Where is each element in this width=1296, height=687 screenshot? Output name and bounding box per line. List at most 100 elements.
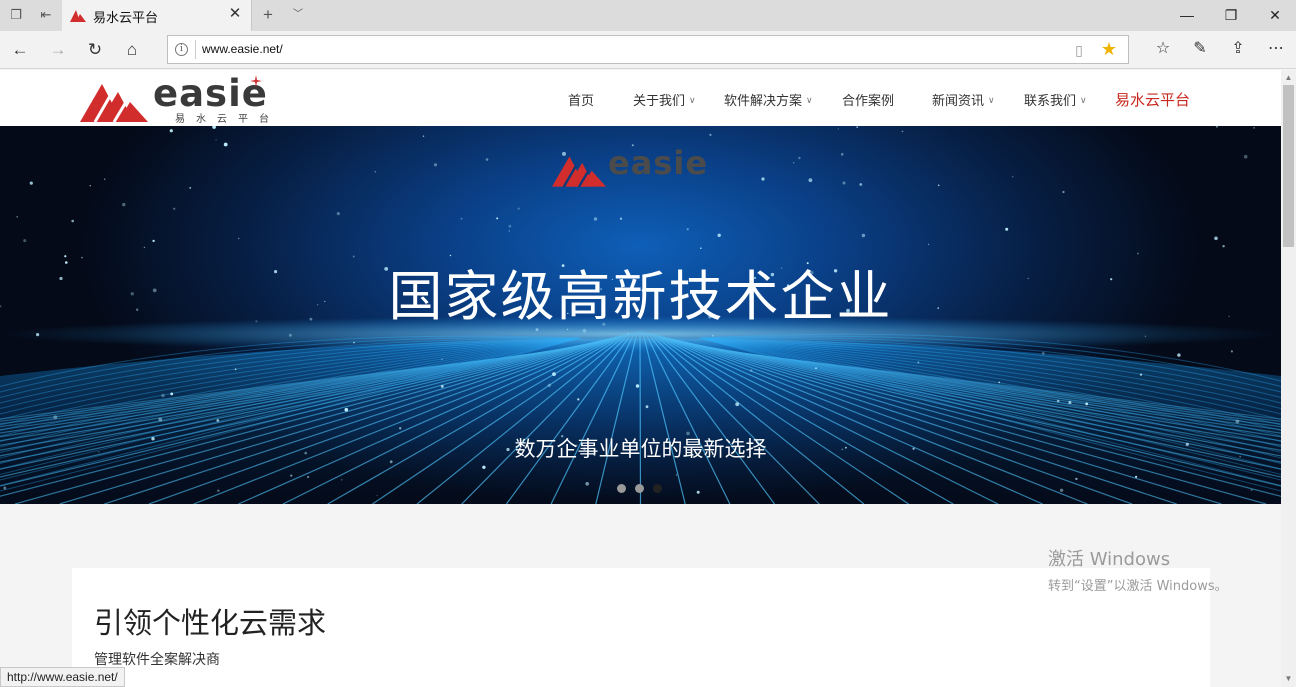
particle <box>840 153 844 156</box>
particle <box>23 239 27 243</box>
tab-preview-chevron-icon[interactable]: ﹀ <box>290 7 306 23</box>
particle <box>433 163 438 167</box>
particle <box>223 142 228 147</box>
nav-about[interactable]: 关于我们 ∨ <box>633 90 696 109</box>
scroll-thumb[interactable] <box>1283 85 1294 247</box>
particle <box>158 417 163 422</box>
scroll-down-icon[interactable]: ▼ <box>1281 673 1296 685</box>
nav-platform-label: 易水云平台 <box>1115 91 1191 109</box>
particle <box>399 427 402 430</box>
particle <box>735 402 740 407</box>
particle <box>815 367 817 370</box>
banner-logo: easie <box>552 144 732 190</box>
particle <box>440 385 444 388</box>
site-info-icon[interactable]: i <box>175 43 188 56</box>
particle <box>577 398 580 401</box>
chevron-down-icon: ∨ <box>689 96 696 106</box>
set-aside-tabs-icon[interactable]: ⇤ <box>38 7 54 23</box>
carousel-dot-1[interactable] <box>617 484 626 493</box>
particle <box>917 361 920 364</box>
easie-logo-mark-icon <box>80 84 148 122</box>
logo-spark-icon <box>250 75 262 87</box>
particle <box>749 369 753 372</box>
particle <box>212 126 216 129</box>
particle <box>217 489 220 492</box>
page-scrollbar[interactable]: ▲ ▼ <box>1281 70 1296 687</box>
reading-view-icon[interactable]: ▯ <box>1071 42 1087 58</box>
minimize-icon[interactable]: — <box>1164 0 1210 31</box>
particle <box>238 237 240 240</box>
new-tab-icon[interactable]: + <box>260 6 276 23</box>
nav-about-label: 关于我们 <box>633 94 686 109</box>
forward-icon[interactable]: → <box>45 37 71 63</box>
web-note-pen-icon[interactable]: ✎ <box>1188 37 1212 61</box>
particle <box>234 368 237 371</box>
nav-solutions-label: 软件解决方案 <box>724 94 803 109</box>
banner-logo-wordmark: easie <box>608 144 709 182</box>
particle <box>71 219 74 223</box>
address-bar[interactable]: i www.easie.net/ ▯ ★ <box>167 35 1129 64</box>
particle <box>635 384 640 388</box>
particle <box>485 158 489 161</box>
share-icon[interactable]: ⇪ <box>1226 37 1250 61</box>
chevron-down-icon: ∨ <box>988 96 995 106</box>
site-logo[interactable]: easie 易水云平台 <box>80 72 300 125</box>
tab-groups-icon[interactable]: ❐ <box>8 7 24 23</box>
particle <box>1011 175 1014 178</box>
particle <box>376 494 378 497</box>
nav-home[interactable]: 首页 <box>568 90 594 109</box>
particle <box>374 170 377 173</box>
particle <box>336 212 340 216</box>
particle <box>712 335 714 337</box>
particle <box>585 482 589 486</box>
refresh-icon[interactable]: ↻ <box>82 37 108 63</box>
particle <box>353 341 355 344</box>
particle <box>122 202 126 207</box>
particle <box>290 474 293 477</box>
carousel-dot-3[interactable] <box>653 484 662 493</box>
particle <box>842 181 846 185</box>
particle <box>1250 489 1253 491</box>
particle <box>1235 419 1240 424</box>
nav-news[interactable]: 新闻资讯 ∨ <box>932 90 995 109</box>
more-menu-icon[interactable]: ⋯ <box>1264 37 1288 61</box>
particle <box>508 224 512 228</box>
nav-platform[interactable]: 易水云平台 <box>1115 89 1190 110</box>
particle <box>675 474 678 476</box>
favorites-hub-icon[interactable]: ☆ <box>1151 37 1175 61</box>
particle <box>53 415 58 420</box>
home-icon[interactable]: ⌂ <box>119 37 145 63</box>
particle <box>29 181 33 185</box>
particle <box>482 465 486 469</box>
tab-active[interactable]: 易水云平台 ✕ <box>62 0 252 31</box>
status-bar-url: http://www.easie.net/ <box>0 667 125 687</box>
carousel-dot-2[interactable] <box>635 484 644 493</box>
nav-contact[interactable]: 联系我们 ∨ <box>1024 90 1087 109</box>
nav-contact-label: 联系我们 <box>1024 94 1077 109</box>
close-window-icon[interactable]: ✕ <box>1252 0 1296 31</box>
chevron-down-icon: ∨ <box>806 96 813 106</box>
close-tab-icon[interactable]: ✕ <box>227 6 243 22</box>
address-url[interactable]: www.easie.net/ <box>202 42 283 56</box>
nav-cases-label: 合作案例 <box>842 94 895 109</box>
nav-solutions[interactable]: 软件解决方案 ∨ <box>724 90 813 109</box>
particle <box>1075 477 1078 481</box>
nav-cases[interactable]: 合作案例 <box>842 90 894 109</box>
windows-activation-watermark: 激活 Windows 转到“设置”以激活 Windows。 <box>1048 545 1228 594</box>
nav-home-label: 首页 <box>568 94 595 109</box>
particle <box>189 186 192 189</box>
scroll-up-icon[interactable]: ▲ <box>1281 72 1296 84</box>
particle <box>441 358 443 360</box>
back-icon[interactable]: ← <box>7 37 33 63</box>
browser-toolbar: ← → ↻ ⌂ i www.easie.net/ ▯ ★ ☆ ✎ ⇪ ⋯ <box>0 31 1296 69</box>
hero-banner[interactable]: easie 国家级高新技术企业 数万企事业单位的最新选择 <box>0 126 1281 504</box>
particle <box>619 217 623 220</box>
particle <box>547 383 551 387</box>
particle <box>1085 402 1089 406</box>
particle <box>341 479 343 481</box>
favorite-star-icon[interactable]: ★ <box>1100 40 1118 58</box>
watermark-line-2: 转到“设置”以激活 Windows。 <box>1048 579 1228 594</box>
restore-icon[interactable]: ❐ <box>1208 0 1254 31</box>
particle <box>161 393 165 398</box>
particle <box>1005 227 1009 231</box>
